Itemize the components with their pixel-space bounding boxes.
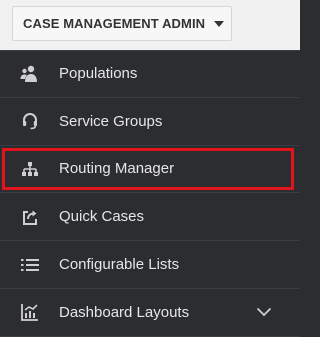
menu-item-quick-cases[interactable]: Quick Cases [0,193,300,242]
menu-item-dashboard-layouts[interactable]: Dashboard Layouts [0,289,300,337]
menu-item-label: Configurable Lists [59,256,180,274]
menu-item-populations[interactable]: Populations [0,50,300,98]
menu-item-label: Routing Manager [59,160,175,178]
sidebar-menu: Populations Service Groups Routing Manag… [0,50,300,337]
share-box-icon [20,207,40,227]
case-management-admin-dropdown[interactable]: CASE MANAGEMENT ADMIN [12,6,232,41]
list-icon [20,255,40,275]
menu-item-configurable-lists[interactable]: Configurable Lists [0,241,300,289]
caret-down-icon [214,20,225,27]
chevron-down-icon[interactable] [256,307,272,317]
users-icon [20,64,40,84]
menu-item-label: Service Groups [59,112,163,130]
headset-icon [20,111,40,131]
top-bar: CASE MANAGEMENT ADMIN [0,0,300,50]
sitemap-icon [20,159,40,179]
menu-item-label: Populations [59,65,138,83]
chart-icon [20,302,40,322]
menu-item-routing-manager[interactable]: Routing Manager [0,146,300,194]
menu-item-service-groups[interactable]: Service Groups [0,98,300,146]
menu-item-label: Quick Cases [59,208,145,226]
menu-item-label: Dashboard Layouts [59,303,190,321]
admin-dropdown-label: CASE MANAGEMENT ADMIN [23,16,206,31]
